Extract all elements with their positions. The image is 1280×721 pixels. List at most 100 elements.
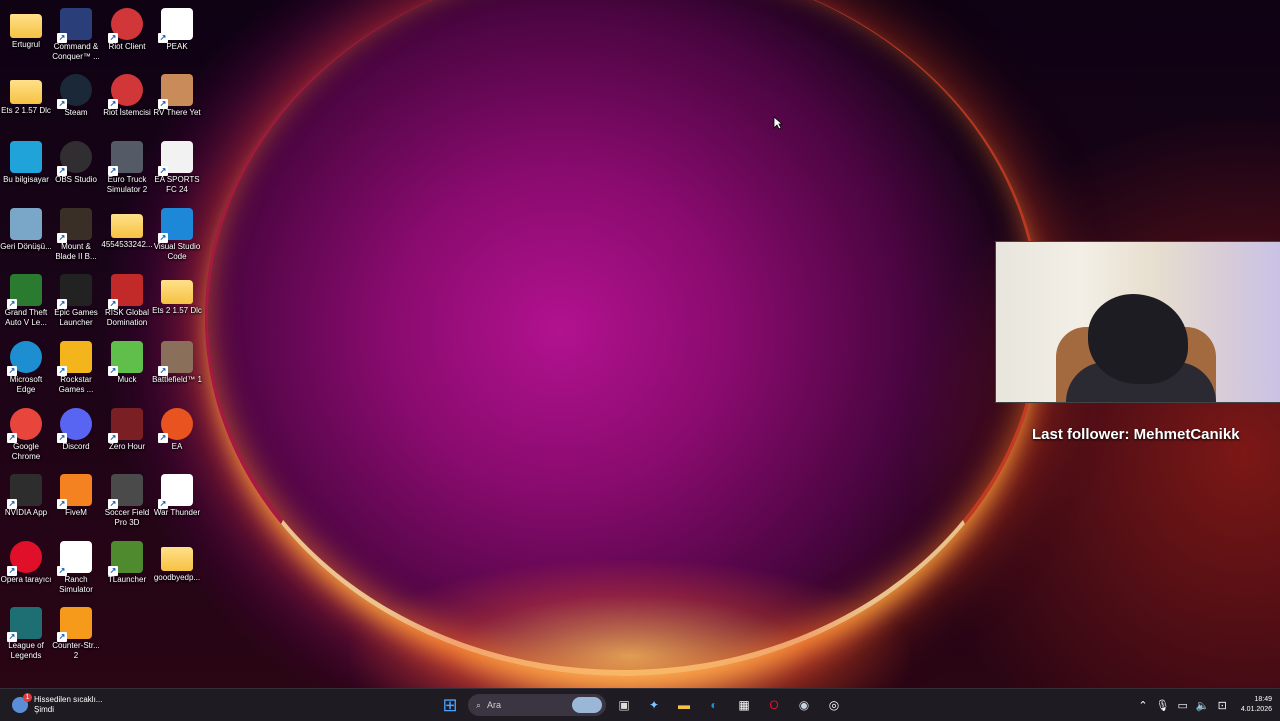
start-button[interactable]: ⊞ <box>438 693 462 717</box>
desktop-icon[interactable]: ↗ League of Legends <box>0 607 52 661</box>
desktop-icon-label: Zero Hour <box>108 442 145 451</box>
fivem-icon: ↗ <box>57 474 92 509</box>
shortcut-arrow-icon: ↗ <box>57 433 67 443</box>
desktop-icon[interactable]: ↗ Opera tarayıcı <box>0 541 52 585</box>
desktop-icon[interactable]: ↗ TLauncher <box>101 541 153 585</box>
desktop-icon-label: Microsoft Edge <box>9 375 43 394</box>
notification-icon[interactable]: ⊡ <box>1218 699 1227 712</box>
desktop-icon[interactable]: ↗ Command & Conquer™ ... <box>50 8 102 62</box>
edge-taskbar-button[interactable]: ◐ <box>702 693 726 717</box>
desktop-icon-label: OBS Studio <box>55 175 97 184</box>
gta-icon: ↗ <box>7 274 42 309</box>
taskbar-apps: ▣ ✦ ▬ ◐ ▦ O ◉ ◎ <box>612 693 846 717</box>
desktop-icon[interactable]: ↗ Discord <box>50 408 102 452</box>
shortcut-arrow-icon: ↗ <box>108 166 118 176</box>
shortcut-arrow-icon: ↗ <box>57 33 67 43</box>
mount-blade-icon: ↗ <box>57 208 92 243</box>
desktop-icon[interactable]: ↗ Mount & Blade II B... <box>50 208 102 262</box>
shortcut-arrow-icon: ↗ <box>158 233 168 243</box>
command-conquer-icon: ↗ <box>57 8 92 43</box>
desktop-icon-label: 4554533242... <box>101 240 153 249</box>
opera-taskbar-button[interactable]: O <box>762 693 786 717</box>
shortcut-arrow-icon: ↗ <box>158 433 168 443</box>
desktop-icon[interactable]: Ets 2 1.57 Dlc <box>151 274 203 316</box>
desktop-icon-label: Visual Studio Code <box>153 242 201 261</box>
desktop-icon[interactable]: ↗ RV There Yet <box>151 74 203 118</box>
desktop-icon[interactable]: ↗ Google Chrome <box>0 408 52 462</box>
tray-overflow-chevron-icon[interactable]: ⌃ <box>1138 699 1147 712</box>
desktop-icon[interactable]: goodbyedp... <box>151 541 203 583</box>
war-thunder-icon: ↗ <box>158 474 193 509</box>
rv-there-yet-icon: ↗ <box>158 74 193 109</box>
network-icon[interactable]: ▭ <box>1178 699 1188 712</box>
desktop-icon[interactable]: ↗ Visual Studio Code <box>151 208 203 262</box>
microphone-icon[interactable]: 🎙 <box>1156 699 1170 712</box>
desktop-icon-label: Riot Client <box>108 42 146 51</box>
taskbar-center: ⊞ ⌕ Ara ▣ ✦ ▬ ◐ ▦ O ◉ ◎ <box>438 693 846 717</box>
desktop-icon[interactable]: ↗ Riot İstemcisi <box>101 74 153 118</box>
copilot-button[interactable]: ✦ <box>642 693 666 717</box>
desktop-icon[interactable]: ↗ Rockstar Games ... <box>50 341 102 395</box>
desktop-icon[interactable]: ↗ RISK Global Domination <box>101 274 153 328</box>
desktop-icon[interactable]: ↗ Counter-Str... 2 <box>50 607 102 661</box>
desktop-icon[interactable]: ↗ NVIDIA App <box>0 474 52 518</box>
search-box[interactable]: ⌕ Ara <box>468 694 606 716</box>
weather-badge: 1 <box>23 693 32 702</box>
riot-client-icon: ↗ <box>108 8 143 43</box>
file-explorer-button[interactable]: ▬ <box>672 693 696 717</box>
desktop-icon[interactable]: ↗ Microsoft Edge <box>0 341 52 395</box>
obs-taskbar-button[interactable]: ◎ <box>822 693 846 717</box>
nvidia-icon: ↗ <box>7 474 42 509</box>
steam-taskbar-button[interactable]: ◉ <box>792 693 816 717</box>
desktop-icon[interactable]: ↗ FiveM <box>50 474 102 518</box>
desktop-icon[interactable]: ↗ OBS Studio <box>50 141 102 185</box>
desktop-icon-label: Opera tarayıcı <box>0 575 52 584</box>
computer-icon <box>10 141 42 173</box>
ea-icon: ↗ <box>158 408 193 443</box>
desktop-icon-label: PEAK <box>166 42 188 51</box>
desktop-icon[interactable]: ↗ War Thunder <box>151 474 203 518</box>
shortcut-arrow-icon: ↗ <box>57 233 67 243</box>
shortcut-arrow-icon: ↗ <box>7 566 17 576</box>
desktop-icon[interactable]: ↗ Epic Games Launcher <box>50 274 102 328</box>
desktop-icon[interactable]: Geri Dönüşü... <box>0 208 52 252</box>
desktop-icon[interactable]: 4554533242... <box>101 208 153 250</box>
shortcut-arrow-icon: ↗ <box>158 166 168 176</box>
volume-icon[interactable]: 🔈 <box>1196 699 1210 712</box>
desktop-icon-label: goodbyedp... <box>153 573 201 582</box>
desktop-icon[interactable]: ↗ Steam <box>50 74 102 118</box>
shortcut-arrow-icon: ↗ <box>57 632 67 642</box>
folder-icon <box>161 280 193 304</box>
desktop-icon[interactable]: ↗ Muck <box>101 341 153 385</box>
riot-client-icon: ↗ <box>108 74 143 109</box>
opera-icon: ↗ <box>7 541 42 576</box>
shortcut-arrow-icon: ↗ <box>57 366 67 376</box>
shortcut-arrow-icon: ↗ <box>158 366 168 376</box>
desktop-icon-label: Battlefield™ 1 <box>152 375 202 384</box>
desktop-icon[interactable]: ↗ EA SPORTS FC 24 <box>151 141 203 195</box>
desktop-icon-label: Riot İstemcisi <box>103 108 151 117</box>
desktop-icon[interactable]: ↗ PEAK <box>151 8 203 52</box>
desktop-icon[interactable]: ↗ Riot Client <box>101 8 153 52</box>
shortcut-arrow-icon: ↗ <box>57 166 67 176</box>
desktop-icon[interactable]: Ertugrul <box>0 8 52 50</box>
soccer-field-icon: ↗ <box>108 474 143 509</box>
shortcut-arrow-icon: ↗ <box>108 99 118 109</box>
desktop-icon[interactable]: ↗ Grand Theft Auto V Le... <box>0 274 52 328</box>
desktop-icon[interactable]: ↗ Soccer Field Pro 3D <box>101 474 153 528</box>
desktop-icon-label: Ertugrul <box>11 40 40 49</box>
ea-fc-icon: ↗ <box>158 141 193 176</box>
desktop-icon[interactable]: Ets 2 1.57 Dlc <box>0 74 52 116</box>
epic-games-icon: ↗ <box>57 274 92 309</box>
task-view-button[interactable]: ▣ <box>612 693 636 717</box>
desktop-icon[interactable]: ↗ Euro Truck Simulator 2 <box>101 141 153 195</box>
store-button[interactable]: ▦ <box>732 693 756 717</box>
desktop-icon[interactable]: ↗ Ranch Simulator <box>50 541 102 595</box>
desktop-icon[interactable]: ↗ Battlefield™ 1 <box>151 341 203 385</box>
desktop-icon[interactable]: ↗ Zero Hour <box>101 408 153 452</box>
weather-widget[interactable]: 1 Hissedilen sıcaklı... Şimdi <box>12 693 102 716</box>
desktop-icon[interactable]: Bu bilgisayar <box>0 141 52 185</box>
desktop-icon-label: TLauncher <box>107 575 147 584</box>
desktop-icon[interactable]: ↗ EA <box>151 408 203 452</box>
clock[interactable]: 18:49 4.01.2026 <box>1241 695 1272 715</box>
